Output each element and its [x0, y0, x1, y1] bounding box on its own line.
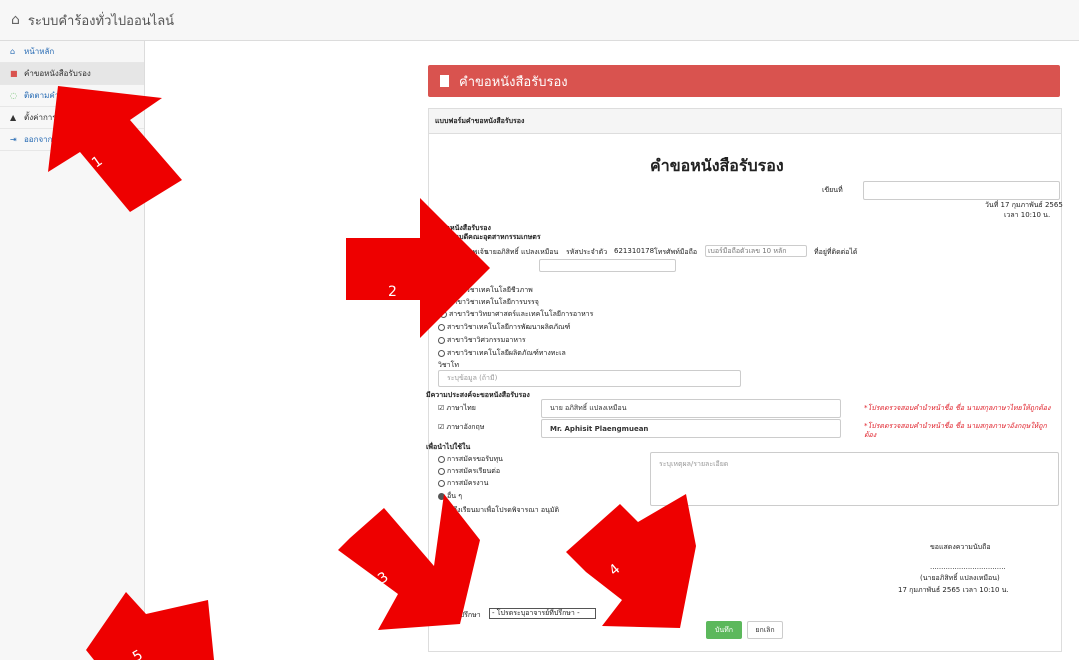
- arrow-2-label: 2: [388, 284, 397, 300]
- arrow-3: 3: [338, 494, 480, 630]
- arrow-4: 4: [566, 494, 696, 628]
- arrow-2: 2: [346, 198, 490, 338]
- arrow-1: 1: [48, 86, 182, 212]
- arrow-5: 5: [86, 592, 214, 660]
- annotation-overlay: 1 2 3 4 5: [48, 86, 696, 660]
